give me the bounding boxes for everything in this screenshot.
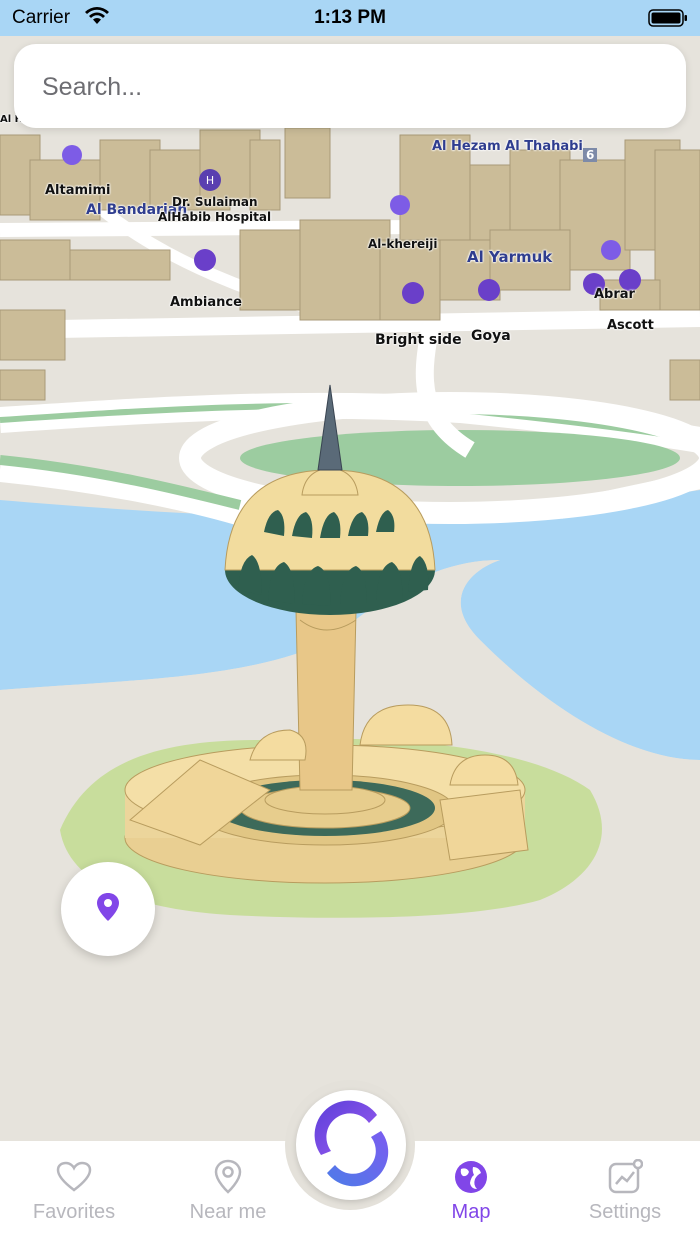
tab-settings[interactable]: Settings (555, 1159, 695, 1224)
map-label-bright-side: Bright side (375, 332, 462, 348)
map-label-alhabib-hospital: AlHabib Hospital (158, 210, 272, 224)
my-location-button[interactable] (61, 862, 155, 956)
tab-favorites[interactable]: Favorites (4, 1159, 144, 1224)
tab-label-settings: Settings (588, 1201, 662, 1223)
search-bar (14, 44, 686, 128)
chart-icon (555, 1159, 695, 1195)
status-bar: Carrier 1:13 PM (0, 0, 700, 36)
tab-label-near-me: Near me (189, 1201, 267, 1223)
map-label-dr-sulaiman: Dr. Sulaiman (172, 195, 258, 209)
clock: 1:13 PM (314, 7, 386, 28)
search-input[interactable] (40, 66, 664, 108)
heart-icon (4, 1159, 144, 1195)
map-label-al-hezam: Al Hezam Al Thahabi (432, 139, 583, 154)
location-pin-icon (94, 891, 122, 928)
map-label-ascott: Ascott (607, 318, 654, 333)
map-label-al-yarmuk: Al Yarmuk (467, 248, 553, 266)
logo-icon (303, 1095, 399, 1196)
tab-map[interactable]: Map (401, 1159, 541, 1224)
tab-label-map: Map (451, 1201, 491, 1223)
svg-text:H: H (206, 174, 214, 187)
map-label-goya: Goya (471, 328, 511, 344)
map-label-six: 6 (583, 148, 598, 162)
globe-icon (401, 1159, 541, 1195)
tab-near-me[interactable]: Near me (158, 1159, 298, 1224)
map-label-ambiance: Ambiance (170, 295, 242, 310)
tab-label-favorites: Favorites (32, 1201, 116, 1223)
center-action-button[interactable] (296, 1090, 406, 1200)
map-label-al-khereiji: Al-khereiji (368, 237, 438, 251)
map-pin-icon (158, 1159, 298, 1195)
map-label-altamimi: Altamimi (45, 183, 111, 198)
battery-icon (648, 9, 688, 32)
map-label-abrar: Abrar (594, 287, 635, 302)
